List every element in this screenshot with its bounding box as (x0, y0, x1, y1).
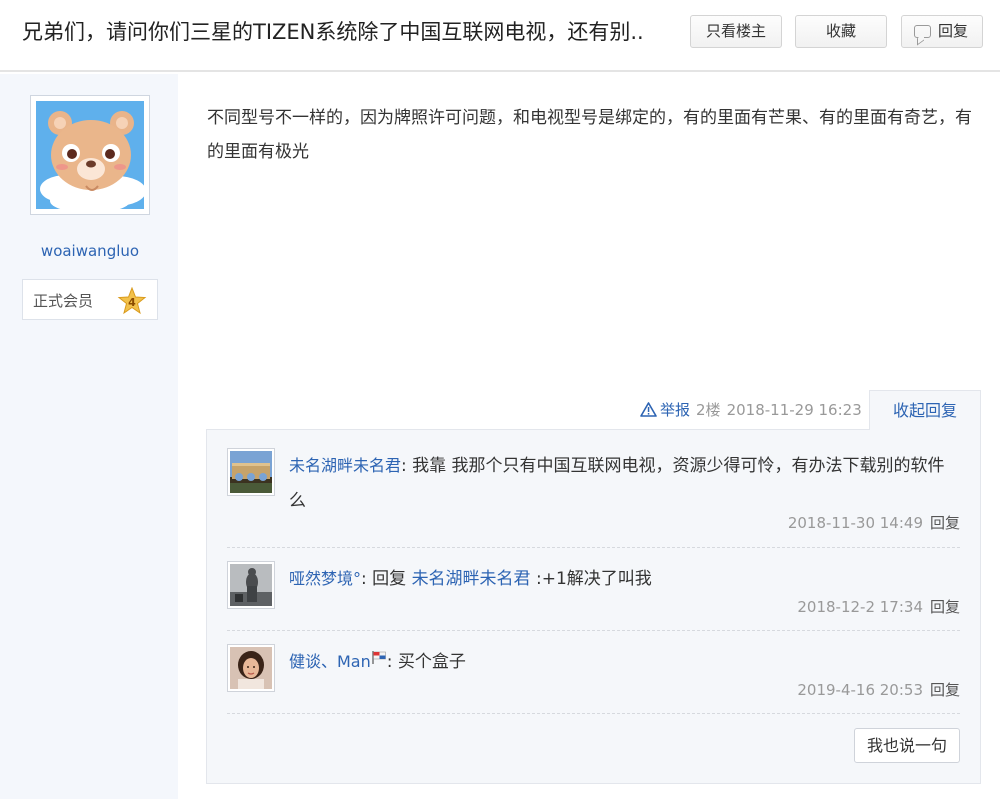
reply-text: 买个盒子 (392, 652, 466, 672)
reply-avatar[interactable] (227, 644, 275, 692)
divider (227, 713, 960, 714)
post-content: 不同型号不一样的，因为牌照许可问题，和电视型号是绑定的，有的里面有芒果、有的里面… (207, 108, 972, 162)
portrait-avatar-image (230, 647, 272, 689)
reply-button[interactable]: 回复 (901, 15, 983, 48)
reply-author[interactable]: 未名湖畔未名君 (289, 456, 401, 475)
level-star-icon: 4 (117, 287, 147, 315)
reply-reply-link[interactable]: 回复 (930, 514, 960, 532)
collapse-replies-button[interactable]: 收起回复 (869, 390, 981, 430)
bridge-avatar-image (230, 451, 272, 493)
reply-footer: 2018-11-30 14:49 回复 (788, 512, 960, 533)
reply-text: :+1解决了叫我 (530, 569, 652, 589)
member-level-box: 正式会员 4 (22, 279, 158, 320)
reply-list: 未名湖畔未名君: 我靠 我那个只有中国互联网电视，资源少得可怜，有办法下载别的软… (206, 429, 981, 784)
add-comment-button[interactable]: 我也说一句 (854, 728, 960, 763)
post-meta: 举报 2楼 2018-11-29 16:23 (640, 398, 862, 422)
divider (227, 630, 960, 631)
report-link[interactable]: 举报 (640, 401, 690, 419)
reply-author[interactable]: 哑然梦境° (289, 569, 361, 588)
author-sidebar: woaiwangluo 正式会员 4 (0, 74, 178, 799)
favorite-button[interactable]: 收藏 (795, 15, 887, 48)
statue-avatar-image (230, 564, 272, 606)
reply-time: 2018-12-2 17:34 (797, 598, 923, 616)
reply-content: 未名湖畔未名君: 我靠 我那个只有中国互联网电视，资源少得可怜，有办法下载别的软… (289, 448, 959, 519)
floor-number: 2楼 (696, 401, 721, 419)
thread-title: 兄弟们，请问你们三星的TIZEN系统除了中国互联网电视，还有别.. (22, 20, 644, 44)
only-op-button[interactable]: 只看楼主 (690, 15, 782, 48)
reply-content: 健谈、Man: 买个盒子 (289, 644, 959, 680)
reply-reply-link[interactable]: 回复 (930, 681, 960, 699)
reply-footer: 2019-4-16 20:53 回复 (797, 679, 960, 700)
bear-avatar-image (36, 101, 144, 209)
post-time: 2018-11-29 16:23 (726, 401, 862, 419)
reply-avatar[interactable] (227, 561, 275, 609)
reply-author[interactable]: 健谈、Man (289, 652, 371, 671)
reply-separator: : 回复 (361, 569, 412, 589)
reply-avatar[interactable] (227, 448, 275, 496)
reply-time: 2019-4-16 20:53 (797, 681, 923, 699)
divider (227, 547, 960, 548)
author-username[interactable]: woaiwangluo (0, 242, 180, 260)
reply-time: 2018-11-30 14:49 (787, 514, 923, 532)
level-number: 4 (128, 296, 136, 309)
level-name: 正式会员 (33, 292, 94, 310)
reply-to-user[interactable]: 未名湖畔未名君 (412, 569, 531, 589)
reply-footer: 2018-12-2 17:34 回复 (797, 596, 960, 617)
reply-content: 哑然梦境°: 回复 未名湖畔未名君 :+1解决了叫我 (289, 561, 959, 597)
report-label: 举报 (660, 401, 691, 419)
reply-button-label: 回复 (938, 22, 969, 40)
reply-icon (914, 25, 931, 38)
flag-icon (372, 651, 386, 664)
warning-icon (640, 402, 657, 417)
reply-reply-link[interactable]: 回复 (930, 598, 960, 616)
author-avatar[interactable] (30, 95, 150, 215)
thread-header: 兄弟们，请问你们三星的TIZEN系统除了中国互联网电视，还有别.. 只看楼主 收… (0, 0, 1000, 72)
